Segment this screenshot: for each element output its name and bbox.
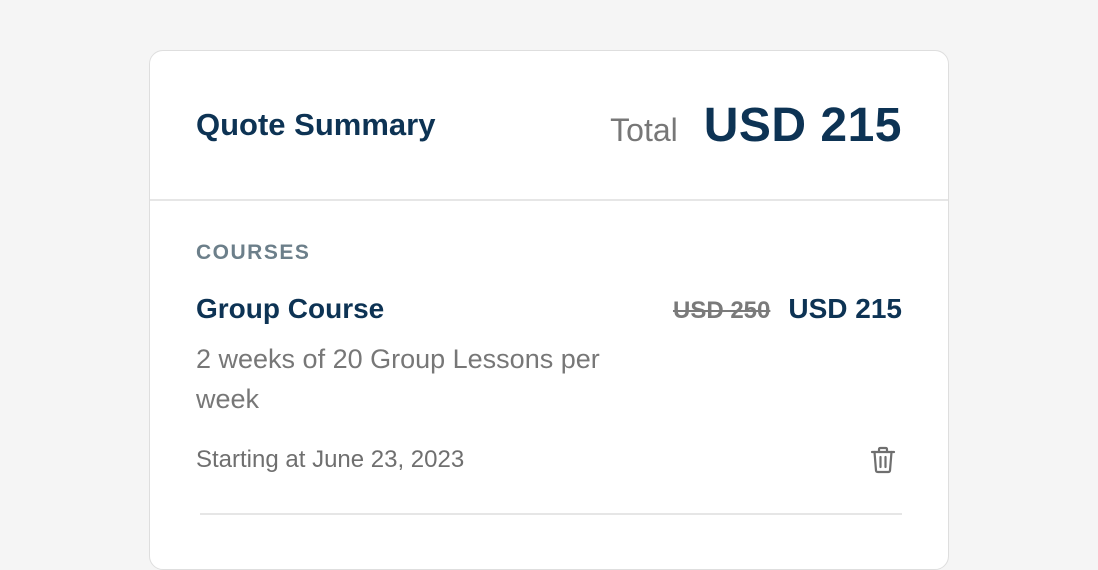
- quote-summary-header: Quote Summary Total USD 215: [150, 51, 948, 201]
- courses-section: COURSES Group Course USD 250 USD 215 2 w…: [150, 201, 948, 515]
- remove-course-button[interactable]: [866, 443, 900, 477]
- course-divider: [200, 513, 902, 515]
- course-item-footer: Starting at June 23, 2023: [196, 443, 902, 477]
- course-start-date: Starting at June 23, 2023: [196, 446, 465, 473]
- total-label: Total: [610, 111, 678, 148]
- course-description: 2 weeks of 20 Group Lessons per week: [196, 344, 600, 414]
- total-amount: USD 215: [703, 98, 902, 152]
- quote-summary-card: Quote Summary Total USD 215 COURSES Grou…: [149, 50, 949, 570]
- quote-summary-title: Quote Summary: [196, 107, 436, 142]
- trash-icon: [870, 446, 896, 474]
- course-name: Group Course: [196, 293, 385, 324]
- course-prices: USD 250 USD 215: [673, 293, 902, 325]
- courses-section-label: COURSES: [196, 241, 311, 264]
- course-original-price: USD 250: [672, 297, 771, 324]
- total-section: Total USD 215: [610, 98, 902, 153]
- course-price: USD 215: [788, 293, 902, 324]
- course-item-header: Group Course USD 250 USD 215: [196, 293, 902, 325]
